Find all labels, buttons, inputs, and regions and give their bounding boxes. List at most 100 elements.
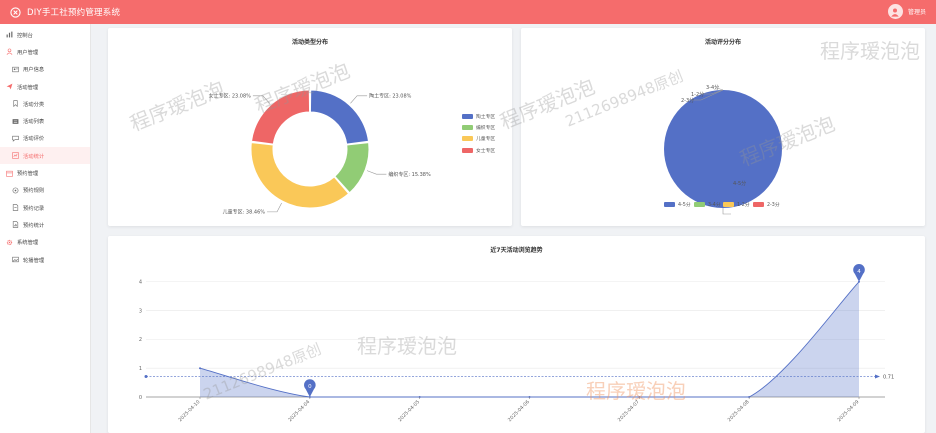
donut-slice (250, 89, 311, 145)
slice-label-line (722, 208, 731, 215)
y-tick-label: 4 (139, 280, 142, 286)
view-trend-card: 近7天活动浏览趋势 0 1 2 3 4 2025-04-10 2025-04-04 2025-… (108, 236, 925, 433)
x-tick-label: 2025-04-06 (507, 399, 531, 423)
x-tick-label: 2025-04-04 (287, 399, 311, 423)
slice-label: 2-3分 (681, 97, 694, 104)
average-line-label: 0.71 (883, 374, 894, 380)
sidebar-item[interactable]: 用户信息 (0, 61, 90, 78)
legend-item[interactable]: 女士专区 (462, 147, 495, 154)
sidebar-item-label: 预约管理 (17, 171, 39, 178)
sidebar-item-label: 活动分类 (23, 101, 45, 108)
list-icon (12, 118, 19, 125)
slice-label: 陶土专区: 23.08% (369, 93, 412, 100)
sidebar-item[interactable]: 预约规则 (0, 182, 90, 199)
x-tick-label: 2025-04-10 (177, 399, 201, 423)
x-tick-label: 2025-04-05 (397, 399, 421, 423)
pie-slice (664, 90, 782, 208)
sidebar-item[interactable]: 活动分类 (0, 95, 90, 112)
sidebar-item[interactable]: 活动列表 (0, 112, 90, 129)
legend-label: 1-2分 (737, 203, 750, 208)
x-tick-label: 2025-04-09 (836, 399, 860, 423)
activity-rating-card: 活动评分分布 3-4分 1-2分 2-3分 4-5分 4-5分 3-4分 1-2分 2-3分 (521, 28, 925, 226)
sidebar-item-label: 轮播管理 (23, 257, 45, 264)
data-point (199, 367, 201, 370)
sidebar-item[interactable]: 活动评价 (0, 130, 90, 147)
average-line-arrow (875, 374, 880, 379)
legend-label: 儿童专区 (476, 137, 496, 143)
legend-label: 陶土专区 (476, 115, 496, 120)
sidebar-item-label: 活动列表 (23, 119, 45, 126)
slice-label: 儿童专区: 38.46% (223, 209, 266, 216)
avatar[interactable] (887, 4, 903, 19)
x-tick-label: 2025-04-08 (727, 399, 751, 423)
activity-type-card: 活动类型分布 陶土专区: 23.08% 编织专区: 15.38% 儿童专区: 38.… (108, 28, 512, 226)
top-header: DIY手工社预约管理系统 管理员 (0, 0, 936, 24)
calendar-icon (6, 170, 13, 177)
legend-item[interactable]: 陶土专区 (462, 113, 495, 120)
sidebar-item[interactable]: 预约记录 (0, 199, 90, 216)
legend-swatch (753, 202, 764, 207)
paper-plane-icon (6, 83, 13, 90)
document-icon (12, 204, 19, 211)
legend-item[interactable]: 1-2分 (723, 201, 750, 208)
x-tick-label: 2025-04-07 (617, 399, 641, 423)
average-line-start (144, 375, 148, 379)
legend-label: 编织专区 (476, 126, 496, 132)
sidebar-item-label: 预约记录 (23, 205, 45, 212)
slice-label: 1-2分 (691, 91, 704, 98)
slice-label-line (350, 95, 368, 104)
view-trend-area-chart: 0 1 2 3 4 2025-04-10 2025-04-04 2025-04-05 2025-… (139, 263, 894, 423)
sidebar-item[interactable]: 用户管理 (0, 43, 90, 60)
sidebar-item-label: 控制台 (17, 32, 33, 39)
sidebar-item-label: 活动管理 (17, 84, 39, 91)
sidebar-item[interactable]: 活动管理 (0, 78, 90, 95)
sidebar-item-label: 活动评价 (23, 136, 45, 143)
gear-icon (6, 239, 13, 246)
y-tick-label: 2 (139, 337, 142, 343)
legend-swatch (462, 114, 473, 119)
legend-item[interactable]: 2-3分 (753, 201, 780, 208)
legend-item[interactable]: 编织专区 (462, 124, 495, 131)
legend-label: 2-3分 (767, 203, 780, 208)
slice-label: 编织专区: 15.38% (388, 171, 431, 178)
slice-label-line (267, 202, 282, 213)
slice-label-line (366, 170, 387, 175)
user-icon (6, 48, 13, 56)
sidebar-item[interactable]: 系统管理 (0, 234, 90, 251)
y-tick-label: 0 (139, 395, 142, 401)
sidebar: 控制台用户管理用户信息活动管理活动分类活动列表活动评价活动统计预约管理预约规则预… (0, 24, 91, 433)
legend-item[interactable]: 3-4分 (694, 201, 721, 208)
stats-icon (12, 152, 19, 159)
activity-rating-pie-chart: 3-4分1-2分2-3分4-5分 (664, 84, 782, 215)
donut-slice (309, 89, 370, 145)
sidebar-item[interactable]: 轮播管理 (0, 251, 90, 268)
bar-chart-icon (6, 31, 13, 38)
chart-doc-icon (12, 221, 19, 229)
activity-type-donut-chart: 陶土专区: 23.08% 编织专区: 15.38% 儿童专区: 38.46% 女士专区… (209, 89, 431, 216)
sidebar-item[interactable]: 活动统计 (0, 147, 90, 165)
sidebar-item-label: 用户管理 (17, 49, 39, 56)
legend-item[interactable]: 儿童专区 (462, 135, 495, 142)
user-menu[interactable]: 管理员 (887, 4, 926, 19)
picture-icon (12, 256, 19, 263)
user-name[interactable]: 管理员 (908, 7, 926, 16)
sidebar-item[interactable]: 预约统计 (0, 216, 90, 233)
mark-point-label: 4 (857, 269, 861, 275)
mark-point-label: 0 (308, 384, 312, 390)
sidebar-item[interactable]: 预约管理 (0, 164, 90, 181)
app-title: DIY手工社预约管理系统 (27, 8, 121, 18)
legend-label: 3-4分 (708, 203, 721, 208)
legend-swatch (462, 125, 473, 131)
slice-label-line (252, 95, 270, 104)
sidebar-item[interactable]: 控制台 (0, 26, 90, 43)
legend-label: 女士专区 (476, 148, 496, 154)
legend-item[interactable]: 4-5分 (664, 201, 691, 208)
slice-label: 女士专区: 23.08% (209, 93, 252, 100)
legend-swatch (462, 136, 473, 142)
slice-label: 3-4分 (706, 84, 719, 91)
sidebar-item-label: 预约规则 (23, 188, 45, 195)
sidebar-item-label: 活动统计 (23, 153, 45, 160)
slice-label: 4-5分 (733, 180, 746, 187)
sidebar-item-label: 系统管理 (17, 240, 39, 247)
sidebar-item-label: 预约统计 (23, 222, 45, 229)
